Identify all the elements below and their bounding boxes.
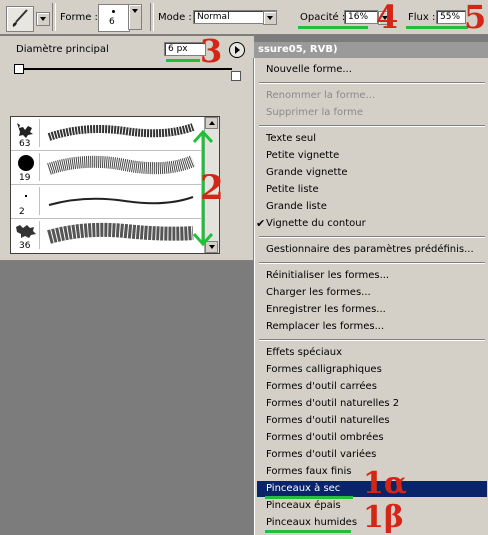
brush-item[interactable]: 63 [11,117,201,151]
menu-separator [259,236,485,238]
annotation-1-beta: 1β [363,500,404,535]
menu-separator [259,125,485,127]
brush-tool-button[interactable] [6,6,34,32]
flow-label: Flux : [408,12,436,23]
brush-size: 2 [19,207,25,217]
scatter-brush-icon [16,225,36,238]
brush-list: 63 19 2 36 [10,116,220,254]
menu-separator [259,339,485,341]
menu-item-vignette-contour[interactable]: Vignette du contour [266,218,366,229]
brush-palette: Diamètre principal 6 px 3 63 19 2 36 2 [0,32,255,261]
scatter-brush-icon [17,123,33,138]
brush-item[interactable]: 2 [11,185,201,219]
menu-item-petite-vignette[interactable]: Petite vignette [266,150,339,161]
menu-item-texte-seul[interactable]: Texte seul [266,133,316,144]
menu-item-renommer[interactable]: Renommer la forme... [266,90,375,101]
menu-item-nouvelle-forme[interactable]: Nouvelle forme... [266,64,352,75]
play-arrow-icon [235,46,240,54]
menu-item-naturelles[interactable]: Formes d'outil naturelles [266,415,390,426]
menu-item-remplacer[interactable]: Remplacer les formes... [266,321,384,332]
menu-item-grande-vignette[interactable]: Grande vignette [266,167,348,178]
options-bar: Forme : 6 Mode : Normal Opacité : 16% 4 … [0,0,488,35]
menu-separator [259,262,485,264]
annotation-underline-4 [298,26,368,29]
annotation-1-alpha: 1α [363,466,407,501]
slider-thumb[interactable] [14,64,24,74]
opacity-input[interactable]: 16% [344,10,378,24]
brush-size: 19 [19,173,31,183]
forme-label: Forme : [60,12,98,23]
round-brush-icon [18,155,34,171]
brush-thumbnail: 36 [13,221,40,251]
flow-value: 55% [440,12,461,22]
annotation-underline-3 [166,59,200,62]
brush-item[interactable]: 36 [11,219,201,252]
opacity-value: 16% [348,12,369,22]
mode-dropdown-arrow[interactable] [263,11,277,25]
stroke-preview [47,123,195,141]
menu-item-reinitialiser[interactable]: Réinitialiser les formes... [266,270,389,281]
annotation-underline-5 [406,26,468,29]
stroke-preview [47,222,194,244]
brush-size: 63 [19,139,31,149]
annotation-underline-1b [265,530,351,533]
stroke-preview [47,155,196,175]
annotation-4: 4 [376,0,399,36]
menu-item-grande-liste[interactable]: Grande liste [266,201,327,212]
menu-item-carrees[interactable]: Formes d'outil carrées [266,381,377,392]
menu-item-supprimer[interactable]: Supprimer la forme [266,107,363,118]
brush-preview-field[interactable]: 6 [98,4,130,32]
menu-item-enregistrer[interactable]: Enregistrer les formes... [266,304,386,315]
opacity-label: Opacité : [300,12,346,23]
master-diameter-label: Diamètre principal [16,44,109,55]
palette-menu-button[interactable] [229,42,245,58]
tool-preset-dropdown[interactable] [36,12,50,26]
brush-item[interactable]: 19 [11,151,201,185]
annotation-3: 3 [200,32,223,70]
menu-item-gestionnaire[interactable]: Gestionnaire des paramètres prédéfinis..… [266,244,474,255]
slider-track [16,68,232,70]
menu-item-calligraphiques[interactable]: Formes calligraphiques [266,364,382,375]
mode-label: Mode : [158,12,192,23]
menu-item-variees[interactable]: Formes d'outil variées [266,449,376,460]
new-preset-icon[interactable] [231,71,241,81]
brush-thumbnail: 19 [13,153,40,183]
menu-item-charger[interactable]: Charger les formes... [266,287,371,298]
document-title-bar: ssure05, RVB) [254,42,488,58]
stroke-preview [48,196,194,206]
brush-dot-icon [112,10,115,13]
diameter-slider[interactable] [14,64,232,74]
separator [52,3,56,31]
menu-item-naturelles-2[interactable]: Formes d'outil naturelles 2 [266,398,399,409]
brush-icon [12,9,28,27]
brush-size-value: 6 [109,17,115,27]
brush-palette-menu: Nouvelle forme... Renommer la forme... S… [254,58,488,535]
brush-size: 36 [19,241,31,251]
flow-input[interactable]: 55% [436,10,466,24]
brush-thumbnail: 2 [13,187,40,217]
annotation-underline-1a [265,496,353,499]
brush-thumbnail: 63 [13,119,40,149]
separator [150,3,154,31]
menu-item-petite-liste[interactable]: Petite liste [266,184,319,195]
brush-picker-dropdown[interactable] [128,4,142,30]
menu-item-pinceaux-humides[interactable]: Pinceaux humides [266,517,357,528]
checkmark-icon: ✔ [256,217,266,230]
master-diameter-value: 6 px [168,44,188,54]
mode-value: Normal [197,12,230,22]
menu-item-faux-finis[interactable]: Formes faux finis [266,466,351,477]
annotation-5: 5 [464,0,487,36]
menu-item-pinceaux-epais[interactable]: Pinceaux épais [266,500,341,511]
arrow-up-icon [209,121,215,125]
annotation-2: 2 [200,168,224,208]
menu-item-ombrees[interactable]: Formes d'outil ombrées [266,432,384,443]
menu-item-pinceaux-sec[interactable]: Pinceaux à sec [266,483,340,494]
menu-separator [259,82,485,84]
menu-item-effets-speciaux[interactable]: Effets spéciaux [266,347,342,358]
small-brush-icon [25,195,27,197]
